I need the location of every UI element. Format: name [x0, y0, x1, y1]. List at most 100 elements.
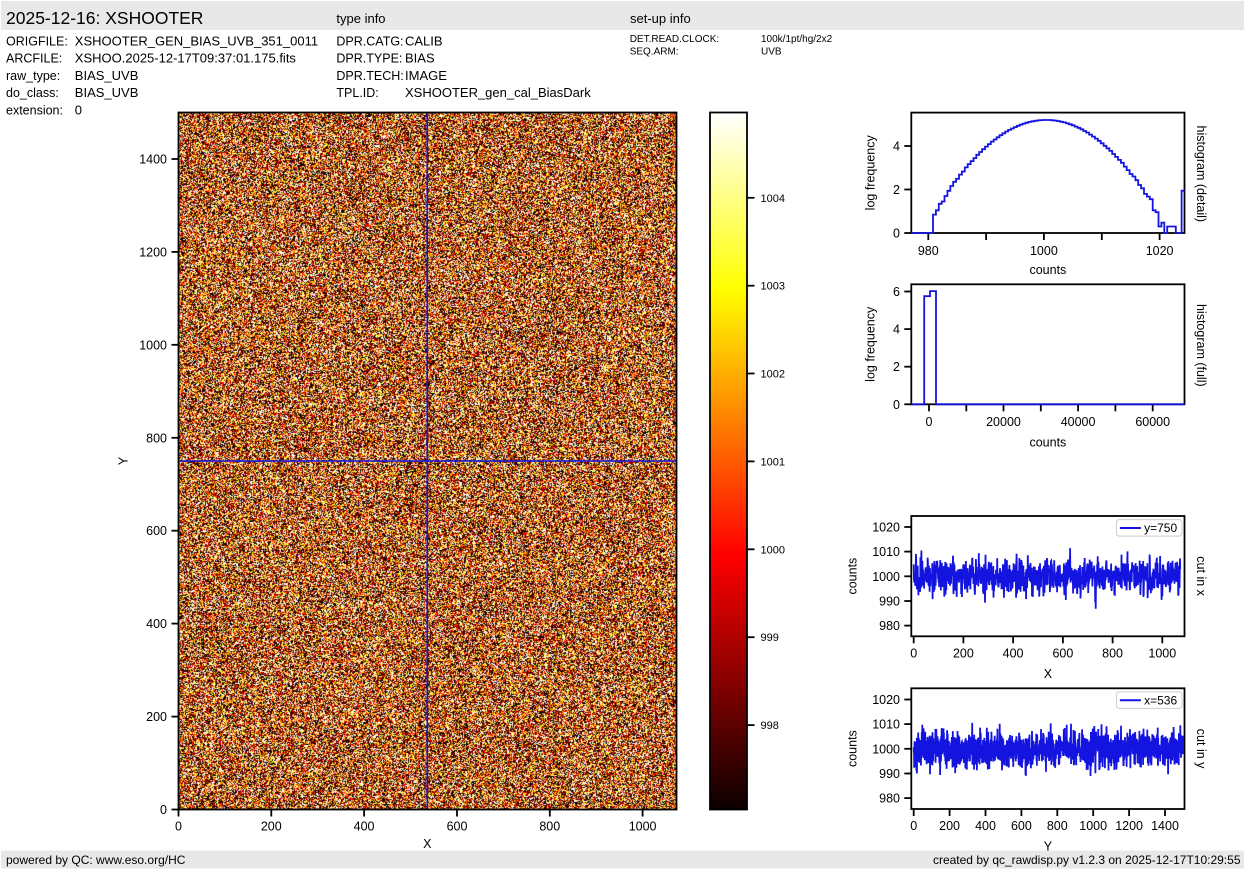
svg-text:1020: 1020 — [1146, 244, 1174, 258]
svg-text:200: 200 — [261, 820, 282, 834]
svg-text:1000: 1000 — [872, 570, 900, 584]
svg-text:400: 400 — [146, 617, 167, 631]
svg-text:40000: 40000 — [1061, 415, 1096, 429]
svg-text:1002: 1002 — [761, 369, 785, 381]
svg-text:1004: 1004 — [761, 193, 785, 205]
svg-text:4: 4 — [893, 323, 900, 337]
svg-text:log frequency: log frequency — [864, 306, 878, 382]
svg-text:X: X — [423, 837, 432, 851]
svg-text:6: 6 — [893, 285, 900, 299]
svg-text:980: 980 — [879, 619, 900, 633]
svg-text:1010: 1010 — [872, 718, 900, 732]
svg-text:600: 600 — [1011, 819, 1032, 833]
svg-text:XSHOOTER_GEN_BIAS_UVB_351_0011: XSHOOTER_GEN_BIAS_UVB_351_0011 — [75, 33, 318, 48]
svg-text:0: 0 — [893, 227, 900, 241]
svg-text:1000: 1000 — [139, 338, 167, 352]
svg-text:1200: 1200 — [1115, 819, 1143, 833]
svg-text:do_class:: do_class: — [6, 86, 59, 100]
svg-text:BIAS_UVB: BIAS_UVB — [75, 85, 139, 100]
svg-text:200: 200 — [939, 819, 960, 833]
svg-text:1000: 1000 — [761, 544, 785, 556]
svg-text:CALIB: CALIB — [405, 33, 443, 48]
svg-text:powered by QC: www.eso.org/HC: powered by QC: www.eso.org/HC — [6, 853, 186, 867]
svg-text:ORIGFILE:: ORIGFILE: — [6, 34, 68, 48]
svg-text:SEQ.ARM:: SEQ.ARM: — [630, 47, 679, 58]
svg-text:0: 0 — [75, 102, 82, 117]
svg-text:DPR.CATG:: DPR.CATG: — [336, 34, 403, 48]
svg-text:TPL.ID:: TPL.ID: — [336, 86, 378, 100]
svg-text:2: 2 — [893, 183, 900, 197]
svg-text:999: 999 — [761, 632, 779, 644]
svg-text:1000: 1000 — [629, 820, 657, 834]
svg-text:BIAS: BIAS — [405, 51, 435, 66]
svg-text:DPR.TYPE:: DPR.TYPE: — [336, 52, 402, 66]
svg-text:UVB: UVB — [761, 47, 782, 58]
svg-text:990: 990 — [879, 767, 900, 781]
svg-text:1400: 1400 — [139, 153, 167, 167]
svg-text:created by qc_rawdisp.py v1.2.: created by qc_rawdisp.py v1.2.3 on 2025-… — [933, 853, 1241, 867]
svg-text:998: 998 — [761, 720, 779, 732]
svg-text:Y: Y — [1044, 840, 1053, 854]
svg-text:980: 980 — [879, 792, 900, 806]
svg-text:1003: 1003 — [761, 281, 785, 293]
svg-text:IMAGE: IMAGE — [405, 68, 447, 83]
svg-text:4: 4 — [893, 140, 900, 154]
svg-text:800: 800 — [1102, 646, 1123, 660]
svg-text:0: 0 — [910, 819, 917, 833]
svg-text:counts: counts — [846, 730, 860, 767]
svg-text:2: 2 — [893, 360, 900, 374]
svg-text:1020: 1020 — [872, 521, 900, 535]
svg-text:1000: 1000 — [1079, 819, 1107, 833]
svg-text:1200: 1200 — [139, 245, 167, 259]
svg-text:100k/1pt/hg/2x2: 100k/1pt/hg/2x2 — [761, 34, 833, 45]
svg-text:cut in y: cut in y — [1194, 729, 1208, 769]
svg-text:histogram (detail): histogram (detail) — [1194, 126, 1208, 223]
svg-text:200: 200 — [146, 710, 167, 724]
svg-text:log frequency: log frequency — [864, 135, 878, 211]
svg-text:800: 800 — [539, 820, 560, 834]
svg-text:1000: 1000 — [872, 742, 900, 756]
svg-text:2025-12-16: XSHOOTER: 2025-12-16: XSHOOTER — [6, 8, 203, 28]
svg-text:400: 400 — [975, 819, 996, 833]
svg-text:800: 800 — [1047, 819, 1068, 833]
svg-text:DPR.TECH:: DPR.TECH: — [336, 69, 403, 83]
svg-text:XSHOO.2025-12-17T09:37:01.175.: XSHOO.2025-12-17T09:37:01.175.fits — [75, 51, 297, 66]
svg-text:0: 0 — [175, 820, 182, 834]
svg-text:y=750: y=750 — [1144, 521, 1177, 535]
svg-text:extension:: extension: — [6, 103, 63, 117]
svg-text:1020: 1020 — [872, 693, 900, 707]
svg-text:20000: 20000 — [986, 415, 1021, 429]
svg-text:0: 0 — [910, 646, 917, 660]
svg-text:1010: 1010 — [872, 545, 900, 559]
svg-text:ARCFILE:: ARCFILE: — [6, 52, 62, 66]
svg-text:400: 400 — [1003, 646, 1024, 660]
svg-text:x=536: x=536 — [1144, 694, 1177, 708]
svg-text:type info: type info — [336, 11, 385, 26]
svg-text:counts: counts — [1029, 263, 1066, 277]
svg-text:1000: 1000 — [1148, 646, 1176, 660]
svg-text:DET.READ.CLOCK:: DET.READ.CLOCK: — [630, 34, 719, 45]
svg-text:600: 600 — [1052, 646, 1073, 660]
svg-text:600: 600 — [447, 820, 468, 834]
svg-text:histogram (full): histogram (full) — [1194, 304, 1208, 387]
svg-text:0: 0 — [160, 803, 167, 817]
svg-text:400: 400 — [354, 820, 375, 834]
svg-text:0: 0 — [893, 398, 900, 412]
svg-text:raw_type:: raw_type: — [6, 69, 60, 83]
svg-text:200: 200 — [953, 646, 974, 660]
svg-text:cut in x: cut in x — [1194, 556, 1208, 596]
svg-text:1000: 1000 — [1030, 244, 1058, 258]
svg-text:60000: 60000 — [1135, 415, 1170, 429]
svg-text:980: 980 — [918, 244, 939, 258]
svg-text:600: 600 — [146, 524, 167, 538]
svg-text:0: 0 — [926, 415, 933, 429]
svg-text:BIAS_UVB: BIAS_UVB — [75, 68, 139, 83]
svg-text:set-up info: set-up info — [630, 11, 691, 26]
svg-text:XSHOOTER_gen_cal_BiasDark: XSHOOTER_gen_cal_BiasDark — [405, 85, 591, 100]
svg-text:X: X — [1044, 667, 1053, 681]
svg-text:Y: Y — [117, 456, 131, 465]
svg-text:1400: 1400 — [1151, 819, 1179, 833]
svg-text:1001: 1001 — [761, 456, 785, 468]
svg-text:counts: counts — [1029, 436, 1066, 450]
svg-text:counts: counts — [846, 558, 860, 595]
